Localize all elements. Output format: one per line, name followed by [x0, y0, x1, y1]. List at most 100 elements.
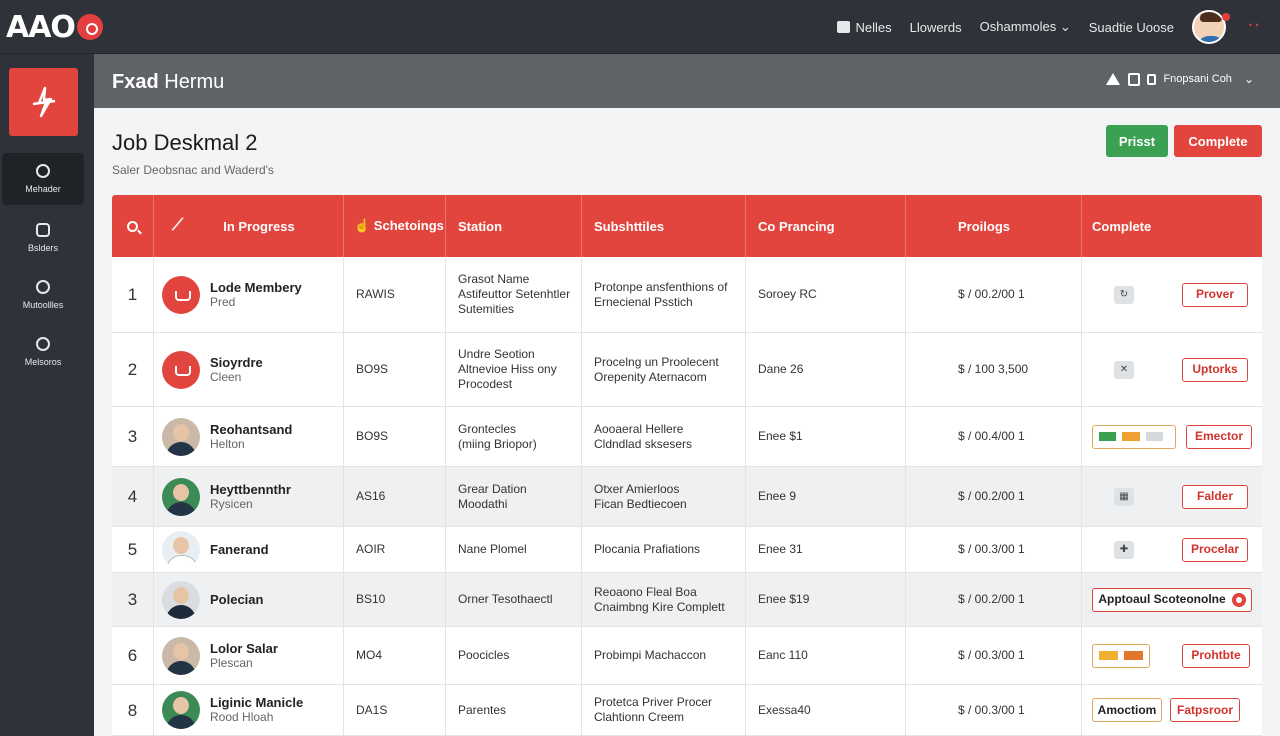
row-member: Reohantsand Helton: [154, 407, 344, 466]
row-action-button[interactable]: Prohtbte: [1182, 643, 1250, 668]
home-icon: [36, 164, 50, 178]
table-row[interactable]: 1 Lode Membery Pred RAWIS Grasot Name Asti…: [112, 257, 1262, 333]
row-code: BO9S: [344, 333, 446, 406]
row-prologs: $ / 00.3/00 1: [906, 685, 1082, 735]
avatar: [162, 636, 200, 675]
row-status-icon[interactable]: ▦: [1114, 487, 1134, 506]
row-subtitles: Otxer Amierloos Fican Bedtiecoen: [582, 467, 746, 526]
row-action-button[interactable]: Uptorks: [1182, 357, 1248, 382]
nav-dropdown[interactable]: Oshammoles ⌄: [980, 19, 1071, 35]
column-pricing[interactable]: Co Prancing: [746, 195, 906, 257]
row-station: Undre Seotion Altnevioe Hiss ony Procode…: [446, 333, 582, 406]
row-complete: Amoctiom Fatpsroor: [1082, 685, 1262, 735]
print-button[interactable]: Prisst: [1106, 125, 1168, 157]
table-row[interactable]: 3 Reohantsand Helton BO9S Grontecles (miin…: [112, 407, 1262, 467]
column-subtitles[interactable]: Subshttiles: [582, 195, 746, 257]
section-title: Fxad Hermu: [112, 71, 224, 94]
add-icon: [1231, 592, 1246, 607]
row-station: Grontecles (miing Briopor): [446, 407, 582, 466]
table-row[interactable]: 6 Lolor Salar Plescan MO4 Poocicles Probimp…: [112, 627, 1262, 685]
nav-link-llowerds[interactable]: Llowerds: [910, 20, 962, 35]
column-complete[interactable]: Complete: [1082, 195, 1262, 257]
logo-text: AAO: [6, 9, 76, 45]
chevron-down-icon[interactable]: ⌄: [1244, 72, 1254, 86]
column-label: Proilogs: [958, 218, 1011, 234]
column-in-progress[interactable]: ⟋ In Progress: [154, 195, 344, 257]
main-area: Fxad Hermu Fnopsani Coh ⌄ Job Deskmal 2 …: [94, 54, 1280, 736]
sidebar-item-melsoros[interactable]: Melsoros: [2, 326, 84, 378]
table-row[interactable]: 8 Liginic Manicle Rood Hloah DA1S Parentes…: [112, 685, 1262, 736]
member-name: Heyttbennthr: [210, 481, 291, 497]
complete-button[interactable]: Complete: [1174, 125, 1262, 157]
nav-link-user-name[interactable]: Suadtie Uoose: [1089, 20, 1174, 35]
nav-label: Llowerds: [909, 19, 962, 35]
row-action-button[interactable]: Prover: [1182, 282, 1248, 307]
column-label: Station: [458, 218, 503, 234]
clipboard-icon[interactable]: [1128, 72, 1141, 86]
sort-arrow-icon: ⟋: [172, 217, 184, 234]
avatar: [162, 530, 200, 569]
member-role: Helton: [210, 436, 245, 451]
column-label: In Progress: [223, 218, 295, 234]
table-row[interactable]: 3 Polecian BS10 Orner Tesothaectl Reoaono …: [112, 573, 1262, 627]
row-prologs: $ / 00.4/00 1: [906, 407, 1082, 466]
row-number: 5: [112, 527, 154, 572]
workspace-selector[interactable]: Fnopsani Coh: [1163, 73, 1232, 85]
row-action-button[interactable]: Apptoaul Scoteonolne: [1092, 587, 1252, 612]
sub-header-tools: Fnopsani Coh ⌄: [1106, 72, 1254, 86]
row-pricing: Soroey RC: [746, 257, 906, 332]
sidebar-item-bslders[interactable]: Bslders: [2, 212, 84, 264]
app-logo[interactable]: AAO: [6, 9, 103, 45]
row-subtitles: Probimpi Machaccon: [582, 627, 746, 684]
member-role: Rysicen: [210, 496, 253, 511]
row-action-button[interactable]: Falder: [1182, 484, 1248, 509]
row-prologs: $ / 00.2/00 1: [906, 467, 1082, 526]
notification-dot: [1222, 13, 1230, 21]
table-row[interactable]: 5 Fanerand AOIR Nane Plomel Plocania Prafi…: [112, 527, 1262, 573]
row-code: MO4: [344, 627, 446, 684]
row-action-button[interactable]: Emector: [1186, 424, 1252, 449]
progress-indicator: [1092, 643, 1150, 668]
app-mark-icon[interactable]: [9, 68, 78, 136]
alert-icon[interactable]: [1106, 73, 1121, 85]
member-role: Pred: [210, 294, 236, 309]
user-avatar[interactable]: [1192, 10, 1226, 44]
row-prologs: $ / 00.2/00 1: [906, 573, 1082, 626]
row-pricing: Enee 31: [746, 527, 906, 572]
table-header: ⟋ In Progress ☝ Schetoings Station Subsht…: [112, 195, 1262, 257]
top-nav: Nelles Llowerds Oshammoles ⌄ Suadtie Uoo…: [837, 0, 1280, 54]
row-member: Liginic Manicle Rood Hloah: [154, 685, 344, 735]
row-code: BS10: [344, 573, 446, 626]
column-station[interactable]: Station: [446, 195, 582, 257]
row-status-icon[interactable]: ✕: [1114, 360, 1134, 379]
row-pricing: Dane 26: [746, 333, 906, 406]
file-icon[interactable]: [1147, 73, 1157, 85]
row-number: 3: [112, 573, 154, 626]
page-title: Job Deskmal 2: [112, 130, 258, 155]
avatar: [162, 477, 200, 516]
row-status-icon[interactable]: ✚: [1114, 540, 1134, 559]
table-row[interactable]: 4 Heyttbennthr Rysicen AS16 Grear Dation M…: [112, 467, 1262, 527]
row-complete: ▦ Falder: [1082, 467, 1262, 526]
column-prologs[interactable]: Proilogs: [906, 195, 1082, 257]
row-subtitles: Aooaeral Hellere Cldndlad sksesers: [582, 407, 746, 466]
row-subtitles: Procelng un Proolecent Orepenity Aternac…: [582, 333, 746, 406]
nav-label: Nelles: [855, 19, 892, 35]
row-status-icon[interactable]: ↻: [1114, 285, 1134, 304]
row-member: Sioyrdre Cleen: [154, 333, 344, 406]
column-schedulings[interactable]: ☝ Schetoings: [344, 195, 446, 257]
row-station: Poocicles: [446, 627, 582, 684]
row-action-button[interactable]: Procelar: [1182, 537, 1248, 562]
nav-link-nelles[interactable]: Nelles: [837, 19, 892, 35]
row-member: Heyttbennthr Rysicen: [154, 467, 344, 526]
row-action-button[interactable]: Fatpsroor: [1170, 698, 1240, 722]
sidebar-item-label: Melsoros: [24, 357, 62, 367]
notification-icon[interactable]: ◔◔: [1246, 20, 1259, 32]
sidebar-item-mutoollles[interactable]: Mutoollles: [2, 269, 84, 321]
table-row[interactable]: 2 Sioyrdre Cleen BO9S Undre Seotion Altnev…: [112, 333, 1262, 407]
column-label: Co Prancing: [758, 218, 835, 234]
row-station: Grasot Name Astifeuttor Setenhtler Sutem…: [446, 257, 582, 332]
search-column-button[interactable]: [112, 195, 154, 257]
member-name: Fanerand: [210, 542, 269, 557]
sidebar-item-mehader[interactable]: Mehader: [2, 153, 84, 205]
